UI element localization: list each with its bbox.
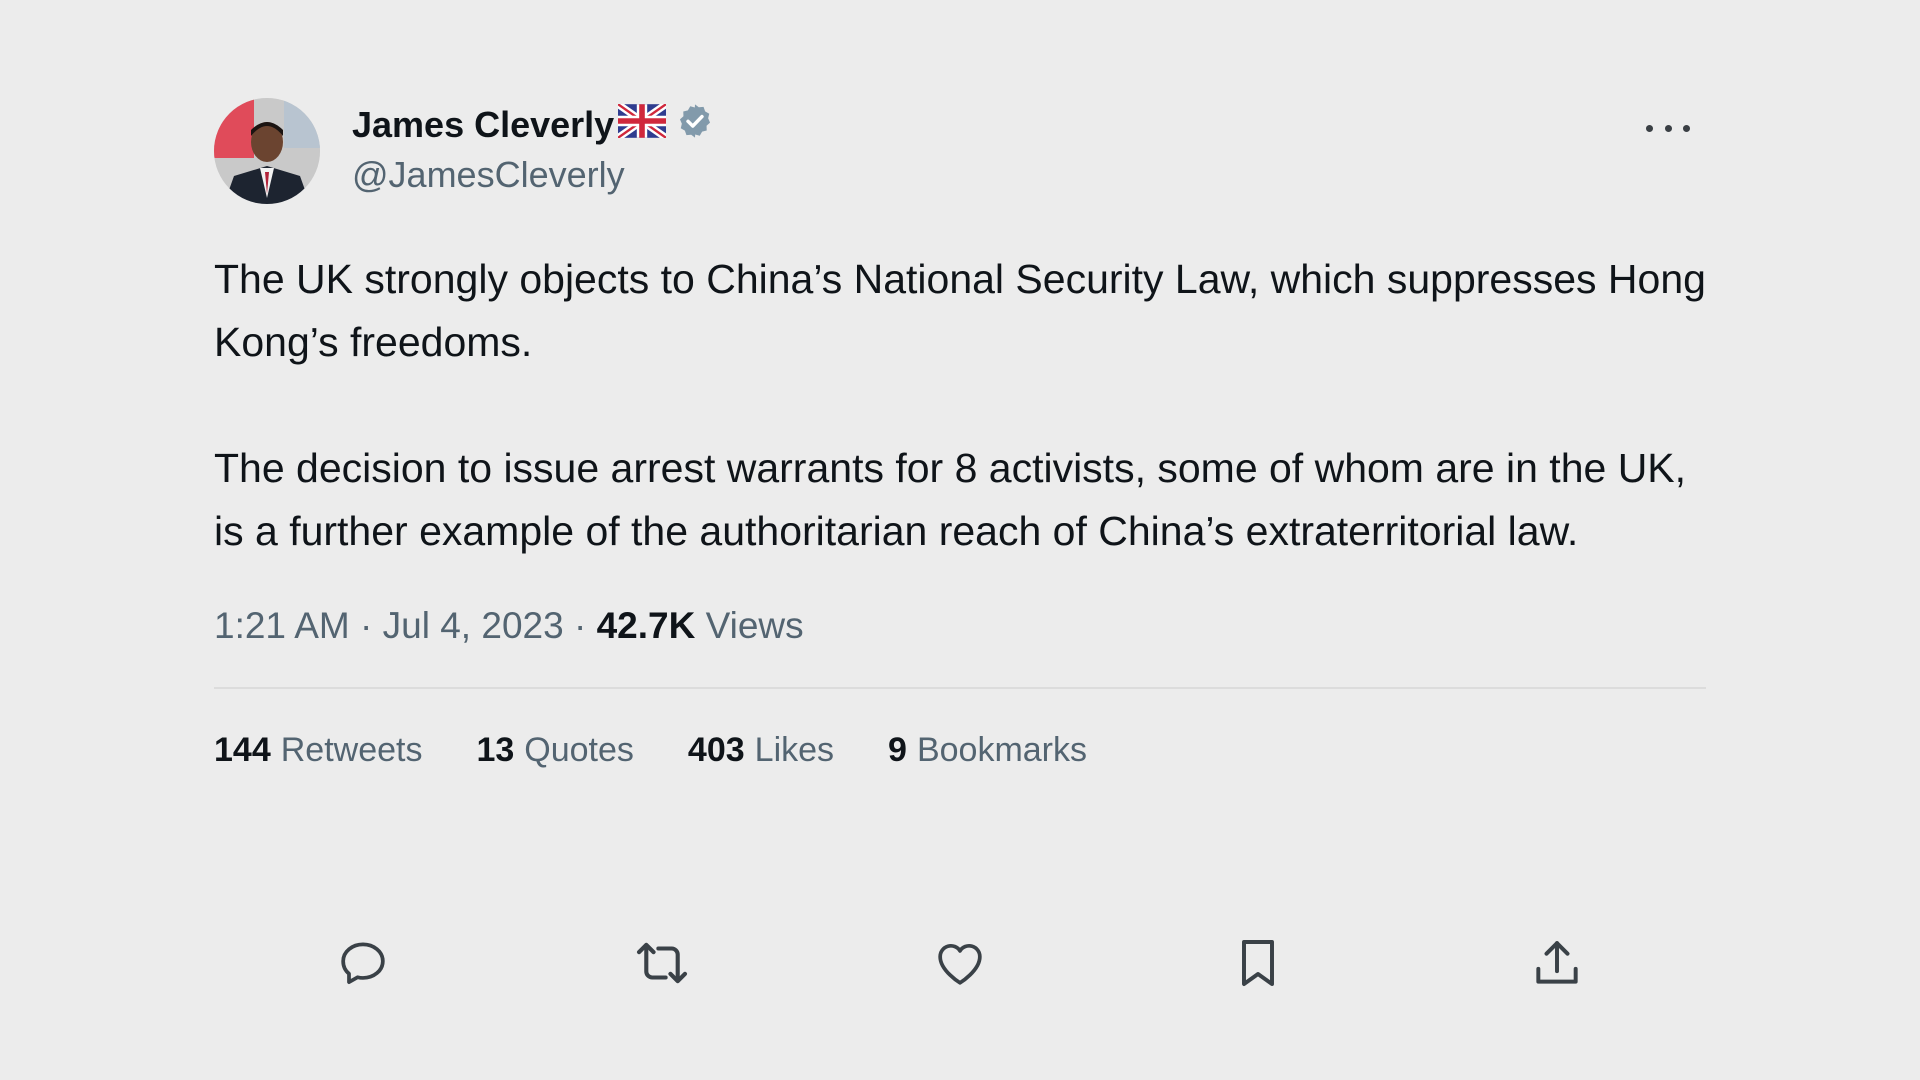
stat-likes[interactable]: 403 Likes xyxy=(688,731,834,770)
more-options-icon[interactable] xyxy=(1646,118,1690,138)
meta-separator: · xyxy=(360,605,373,646)
display-name-text[interactable]: James Cleverly xyxy=(352,104,614,146)
stat-bookmarks[interactable]: 9 Bookmarks xyxy=(888,731,1087,770)
author-display-name[interactable]: James Cleverly xyxy=(352,100,714,149)
tweet-card: James Cleverly @JamesCleverly The UK str… xyxy=(214,98,1706,986)
tweet-header: James Cleverly @JamesCleverly xyxy=(214,98,1706,208)
tweet-actions xyxy=(214,933,1706,993)
more-dot xyxy=(1646,124,1653,132)
reply-icon[interactable] xyxy=(333,933,393,993)
divider xyxy=(214,687,1706,689)
tweet-paragraph: The UK strongly objects to China’s Natio… xyxy=(214,256,1706,365)
views-label: Views xyxy=(705,605,804,646)
tweet-date[interactable]: Jul 4, 2023 xyxy=(383,605,564,646)
stat-count: 13 xyxy=(476,731,515,769)
more-dot xyxy=(1664,124,1672,132)
views-count: 42.7K xyxy=(596,605,696,646)
author-names: James Cleverly @JamesCleverly xyxy=(352,100,714,196)
meta-separator: · xyxy=(573,605,587,646)
stat-count: 144 xyxy=(214,731,271,769)
stat-count: 9 xyxy=(888,731,907,769)
stat-label: Likes xyxy=(754,731,835,769)
stat-quotes[interactable]: 13 Quotes xyxy=(476,731,633,770)
tweet-text: The UK strongly objects to China’s Natio… xyxy=(214,248,1706,563)
uk-flag-icon xyxy=(616,100,669,147)
stat-label: Quotes xyxy=(524,731,634,769)
stat-label: Bookmarks xyxy=(916,731,1088,769)
author-handle[interactable]: @JamesCleverly xyxy=(352,154,714,196)
stat-label: Retweets xyxy=(280,731,423,769)
tweet-stats: 144 Retweets 13 Quotes 403 Likes 9 Bookmarks xyxy=(214,731,1706,770)
bookmark-icon[interactable] xyxy=(1228,933,1288,993)
stat-retweets[interactable]: 144 Retweets xyxy=(214,731,422,770)
more-dot xyxy=(1683,124,1690,132)
tweet-paragraph: The decision to issue arrest warrants fo… xyxy=(214,445,1687,554)
like-icon[interactable] xyxy=(930,933,990,993)
retweet-icon[interactable] xyxy=(632,933,692,993)
verified-badge-icon xyxy=(676,102,714,149)
tweet-meta: 1:21 AM · Jul 4, 2023 · 42.7K Views xyxy=(214,605,1706,647)
tweet-time[interactable]: 1:21 AM xyxy=(214,605,350,646)
share-icon[interactable] xyxy=(1527,933,1587,993)
stat-count: 403 xyxy=(687,731,745,769)
avatar[interactable] xyxy=(214,98,320,204)
